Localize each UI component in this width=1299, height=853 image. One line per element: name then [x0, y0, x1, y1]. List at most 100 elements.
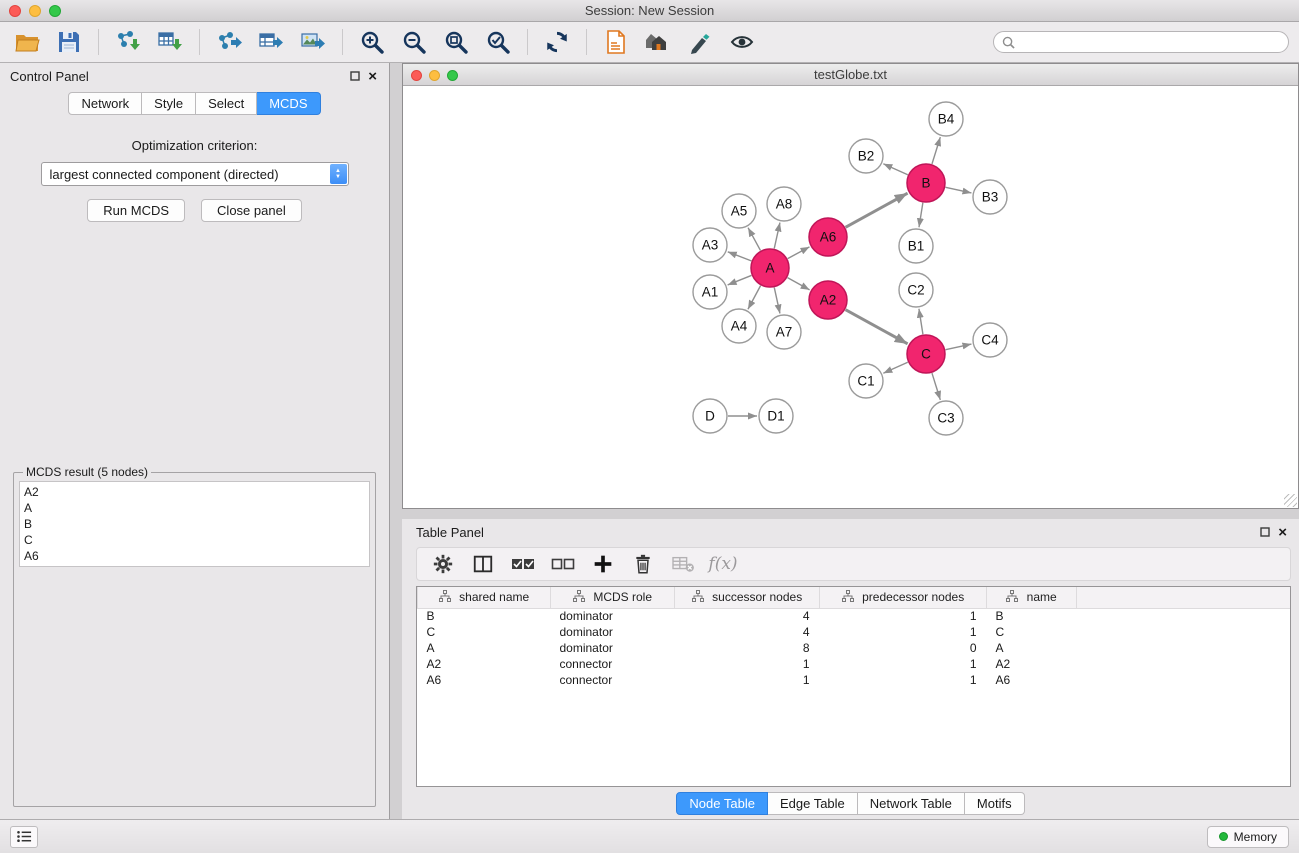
column-header-MCDS-role[interactable]: MCDS role [551, 587, 675, 608]
graph-edge-A-A3[interactable] [728, 252, 752, 261]
graph-node-B1[interactable]: B1 [899, 229, 933, 263]
select-all-button[interactable] [511, 552, 535, 576]
graph-edge-C-C1[interactable] [883, 362, 907, 373]
close-panel-action-button[interactable]: Close panel [201, 199, 302, 222]
graph-node-A1[interactable]: A1 [693, 275, 727, 309]
float-panel-button[interactable] [350, 69, 360, 84]
memory-button[interactable]: Memory [1207, 826, 1289, 848]
graph-node-B3[interactable]: B3 [973, 180, 1007, 214]
column-header-successor-nodes[interactable]: successor nodes [675, 587, 820, 608]
close-window-button[interactable] [9, 5, 21, 17]
graph-node-A8[interactable]: A8 [767, 187, 801, 221]
graph-node-B4[interactable]: B4 [929, 102, 963, 136]
minimize-window-button[interactable] [29, 5, 41, 17]
close-panel-button[interactable]: × [368, 69, 377, 84]
graph-node-C[interactable]: C [907, 335, 945, 373]
column-header-name[interactable]: name [987, 587, 1077, 608]
graph-edge-A2-C[interactable] [846, 310, 908, 344]
annotation-button[interactable] [683, 26, 717, 58]
table-row[interactable]: Cdominator41C [418, 624, 1291, 640]
tab-style[interactable]: Style [142, 92, 196, 115]
delete-column-button[interactable] [631, 552, 655, 576]
graph-node-C2[interactable]: C2 [899, 273, 933, 307]
graph-edge-C-C3[interactable] [932, 373, 940, 400]
table-row[interactable]: Adominator80A [418, 640, 1291, 656]
graph-edge-A-A4[interactable] [748, 286, 761, 310]
graph-node-D[interactable]: D [693, 399, 727, 433]
graph-node-C1[interactable]: C1 [849, 364, 883, 398]
tab-network[interactable]: Network [68, 92, 142, 115]
save-session-button[interactable] [52, 26, 86, 58]
result-item[interactable]: A2 [24, 484, 365, 500]
graph-node-C4[interactable]: C4 [973, 323, 1007, 357]
graph-node-B[interactable]: B [907, 164, 945, 202]
zoom-fit-button[interactable] [439, 26, 473, 58]
resize-grip[interactable] [1284, 494, 1297, 507]
tab-mcds[interactable]: MCDS [257, 92, 320, 115]
graph-edge-A-A8[interactable] [774, 223, 780, 249]
graph-edge-B-B2[interactable] [883, 164, 907, 175]
close-table-panel-button[interactable]: × [1278, 525, 1287, 540]
table-row[interactable]: A6connector11A6 [418, 672, 1291, 688]
graph-edge-B-B3[interactable] [946, 187, 972, 193]
graph-node-A3[interactable]: A3 [693, 228, 727, 262]
table-settings-button[interactable] [431, 552, 455, 576]
tab-node-table[interactable]: Node Table [676, 792, 768, 815]
graph-node-A2[interactable]: A2 [809, 281, 847, 319]
criterion-dropdown[interactable]: largest connected component (directed) ▲… [41, 162, 349, 186]
home-button[interactable] [641, 26, 675, 58]
zoom-window-button[interactable] [49, 5, 61, 17]
graph-node-D1[interactable]: D1 [759, 399, 793, 433]
network-canvas[interactable]: B4B2BB3A5A8A6A3B1AC2A1A2A4A7C4CC1DD1C3 [403, 86, 1298, 508]
result-item[interactable]: A [24, 500, 365, 516]
graph-node-A6[interactable]: A6 [809, 218, 847, 256]
column-header-shared-name[interactable]: shared name [418, 587, 551, 608]
import-network-button[interactable] [111, 26, 145, 58]
node-table-container[interactable]: shared name MCDS role successor nodes pr… [416, 586, 1291, 787]
show-hide-button[interactable] [725, 26, 759, 58]
graph-node-A[interactable]: A [751, 249, 789, 287]
show-columns-button[interactable] [471, 552, 495, 576]
export-table-button[interactable] [254, 26, 288, 58]
graph-edge-C-C4[interactable] [946, 344, 972, 350]
open-session-button[interactable] [10, 26, 44, 58]
graph-node-C3[interactable]: C3 [929, 401, 963, 435]
float-table-panel-button[interactable] [1260, 525, 1270, 540]
column-header-predecessor-nodes[interactable]: predecessor nodes [820, 587, 987, 608]
graph-edge-C-C2[interactable] [919, 309, 923, 334]
result-item[interactable]: C [24, 532, 365, 548]
table-row[interactable]: Bdominator41B [418, 608, 1291, 624]
result-item[interactable]: A6 [24, 548, 365, 564]
table-row[interactable]: A2connector11A2 [418, 656, 1291, 672]
mcds-result-list[interactable]: A2ABCA6 [19, 481, 370, 567]
zoom-out-button[interactable] [397, 26, 431, 58]
graph-node-A4[interactable]: A4 [722, 309, 756, 343]
function-builder-button[interactable]: f(x) [711, 552, 735, 576]
deselect-all-button[interactable] [551, 552, 575, 576]
network-minimize-button[interactable] [429, 70, 440, 81]
zoom-selected-button[interactable] [481, 26, 515, 58]
graph-edge-A-A7[interactable] [774, 288, 780, 314]
graph-edge-B-B4[interactable] [932, 137, 940, 164]
import-table-button[interactable] [153, 26, 187, 58]
clear-table-button[interactable] [671, 552, 695, 576]
network-zoom-button[interactable] [447, 70, 458, 81]
split-divider[interactable] [402, 509, 1299, 519]
result-item[interactable]: B [24, 516, 365, 532]
graph-node-A5[interactable]: A5 [722, 194, 756, 228]
graph-edge-A-A1[interactable] [728, 275, 752, 285]
tab-edge-table[interactable]: Edge Table [768, 792, 858, 815]
refresh-button[interactable] [540, 26, 574, 58]
run-mcds-button[interactable]: Run MCDS [87, 199, 185, 222]
network-close-button[interactable] [411, 70, 422, 81]
search-input[interactable] [1020, 35, 1280, 49]
export-network-button[interactable] [212, 26, 246, 58]
tab-select[interactable]: Select [196, 92, 257, 115]
task-history-button[interactable] [10, 826, 38, 848]
export-image-button[interactable] [296, 26, 330, 58]
zoom-in-button[interactable] [355, 26, 389, 58]
graph-edge-A-A5[interactable] [748, 228, 760, 251]
graph-node-B2[interactable]: B2 [849, 139, 883, 173]
graph-edge-A-A6[interactable] [788, 247, 810, 259]
tab-network-table[interactable]: Network Table [858, 792, 965, 815]
